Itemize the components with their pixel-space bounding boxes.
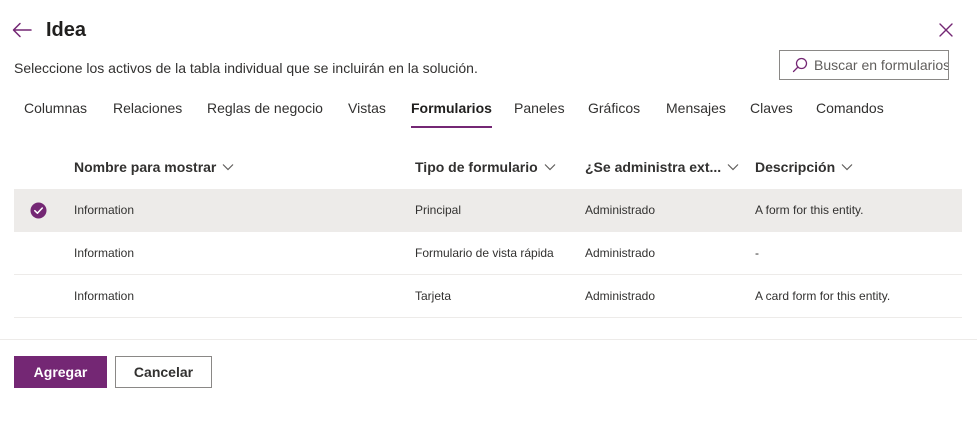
tab-graficos[interactable]: Gráficos <box>588 92 640 128</box>
cell-name: Information <box>74 289 135 303</box>
column-header-label: Tipo de formulario <box>415 159 538 175</box>
column-header-administrado[interactable]: ¿Se administra ext... <box>585 146 739 188</box>
cell-description: - <box>755 246 759 260</box>
tab-formularios[interactable]: Formularios <box>411 92 492 128</box>
column-header-label: Descripción <box>755 159 836 175</box>
cell-description: A form for this entity. <box>755 203 864 217</box>
add-button[interactable]: Agregar <box>14 356 107 388</box>
cell-managed: Administrado <box>585 246 656 260</box>
tab-comandos[interactable]: Comandos <box>816 92 884 128</box>
tab-columnas[interactable]: Columnas <box>24 92 87 128</box>
close-icon <box>939 23 953 37</box>
cell-type: Principal <box>415 203 462 217</box>
cell-managed: Administrado <box>585 289 656 303</box>
close-button[interactable] <box>938 22 956 40</box>
checkmark-circle-icon[interactable] <box>30 202 47 219</box>
tab-vistas[interactable]: Vistas <box>348 92 386 128</box>
add-table-assets-panel: Idea Seleccione los activos de la tabla … <box>0 0 977 434</box>
table-row[interactable]: Information Tarjeta Administrado A card … <box>14 275 962 318</box>
search-icon <box>792 57 808 73</box>
chevron-down-icon <box>544 163 556 171</box>
cell-managed: Administrado <box>585 203 656 217</box>
tab-bar: Columnas Relaciones Reglas de negocio Vi… <box>0 92 977 132</box>
column-header-tipo[interactable]: Tipo de formulario <box>415 146 556 188</box>
page-subtitle: Seleccione los activos de la tabla indiv… <box>14 60 478 76</box>
column-header-descripcion[interactable]: Descripción <box>755 146 853 188</box>
page-title: Idea <box>46 19 87 41</box>
cancel-button[interactable]: Cancelar <box>115 356 212 388</box>
table-row[interactable]: Information Formulario de vista rápida A… <box>14 232 962 275</box>
tab-claves[interactable]: Claves <box>750 92 793 128</box>
cell-description: A card form for this entity. <box>755 289 891 303</box>
chevron-down-icon <box>841 163 853 171</box>
search-input[interactable] <box>814 57 948 73</box>
column-header-label: ¿Se administra ext... <box>585 159 722 175</box>
tab-paneles[interactable]: Paneles <box>514 92 565 128</box>
tab-mensajes[interactable]: Mensajes <box>666 92 726 128</box>
chevron-down-icon <box>727 163 739 171</box>
column-header-label: Nombre para mostrar <box>74 159 217 175</box>
arrow-left-icon <box>12 22 32 38</box>
grid-header: Nombre para mostrar Tipo de formulario ¿… <box>14 146 962 188</box>
cell-name: Information <box>74 203 135 217</box>
footer-divider <box>0 339 977 340</box>
tab-reglas-de-negocio[interactable]: Reglas de negocio <box>207 92 323 128</box>
tab-relaciones[interactable]: Relaciones <box>113 92 182 128</box>
chevron-down-icon <box>222 163 234 171</box>
search-box[interactable] <box>779 50 949 80</box>
cell-type: Tarjeta <box>415 289 452 303</box>
column-header-nombre[interactable]: Nombre para mostrar <box>74 146 234 188</box>
cell-name: Information <box>74 246 135 260</box>
back-button[interactable] <box>12 22 34 42</box>
table-row[interactable]: Information Principal Administrado A for… <box>14 189 962 232</box>
cell-type: Formulario de vista rápida <box>415 246 554 260</box>
